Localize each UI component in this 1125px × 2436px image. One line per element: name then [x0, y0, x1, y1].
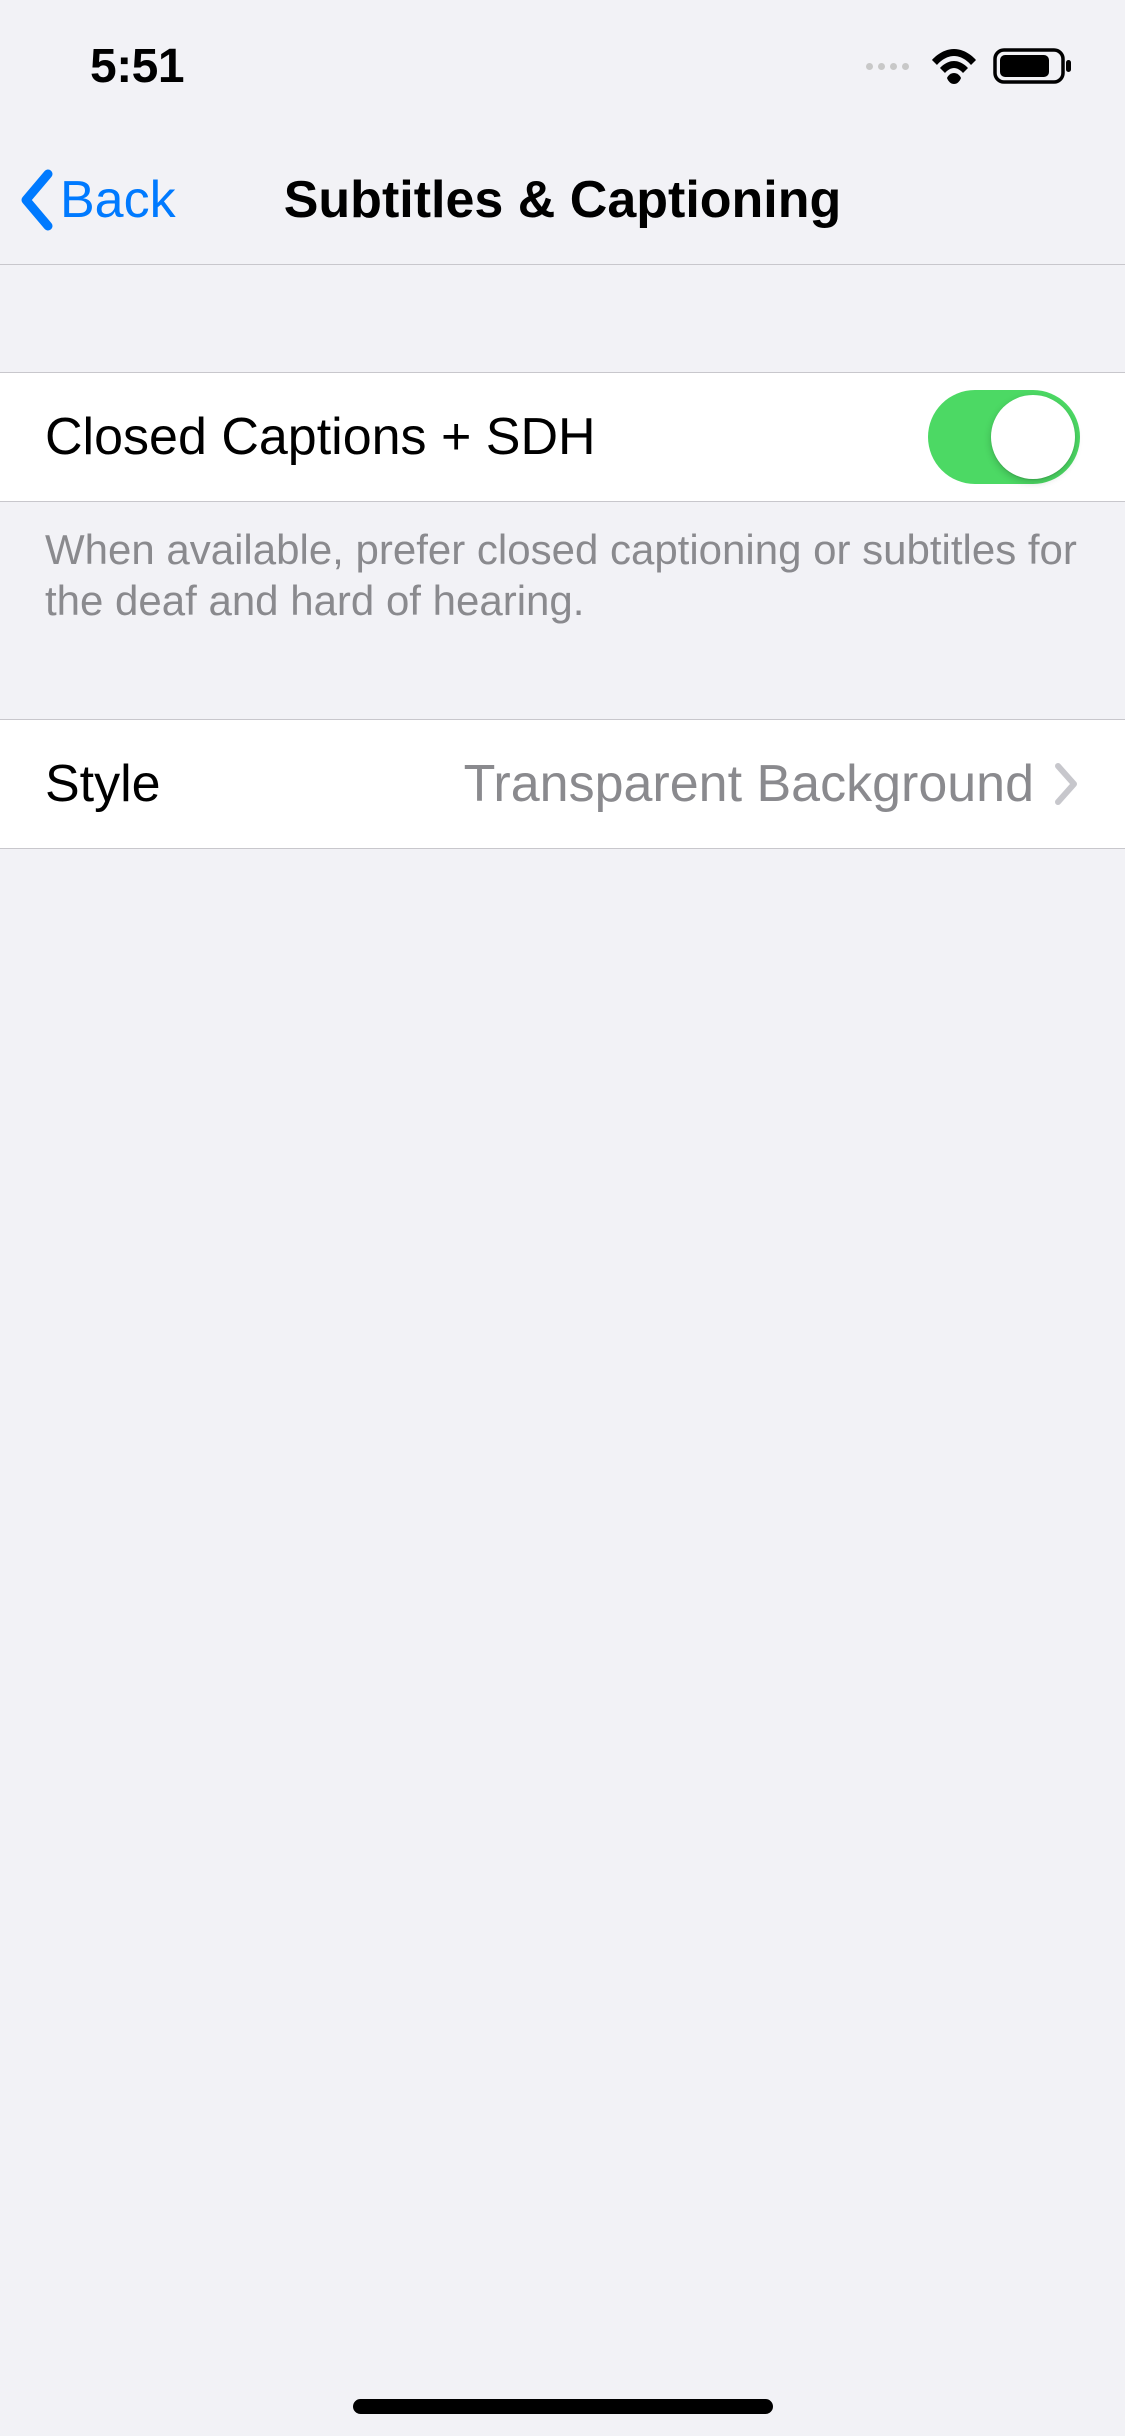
- closed-captions-row: Closed Captions + SDH: [0, 372, 1125, 502]
- wifi-icon: [929, 47, 979, 85]
- content: Closed Captions + SDH When available, pr…: [0, 265, 1125, 849]
- closed-captions-label: Closed Captions + SDH: [45, 407, 596, 467]
- status-indicators: [866, 46, 1075, 86]
- style-row[interactable]: Style Transparent Background: [0, 719, 1125, 849]
- cellular-dots-icon: [866, 63, 909, 70]
- navigation-bar: Back Subtitles & Captioning: [0, 132, 1125, 265]
- chevron-left-icon: [18, 168, 56, 232]
- status-bar: 5:51: [0, 0, 1125, 132]
- group-gap: [0, 626, 1125, 719]
- group-spacer: [0, 265, 1125, 372]
- status-time: 5:51: [90, 39, 184, 94]
- back-label: Back: [60, 170, 176, 230]
- style-value: Transparent Background: [464, 754, 1054, 814]
- closed-captions-footer: When available, prefer closed captioning…: [0, 502, 1125, 626]
- back-button[interactable]: Back: [0, 168, 176, 232]
- chevron-right-icon: [1054, 762, 1080, 806]
- toggle-knob: [991, 395, 1075, 479]
- home-indicator: [353, 2399, 773, 2414]
- closed-captions-toggle[interactable]: [928, 390, 1080, 484]
- battery-icon: [993, 46, 1075, 86]
- style-label: Style: [45, 754, 161, 814]
